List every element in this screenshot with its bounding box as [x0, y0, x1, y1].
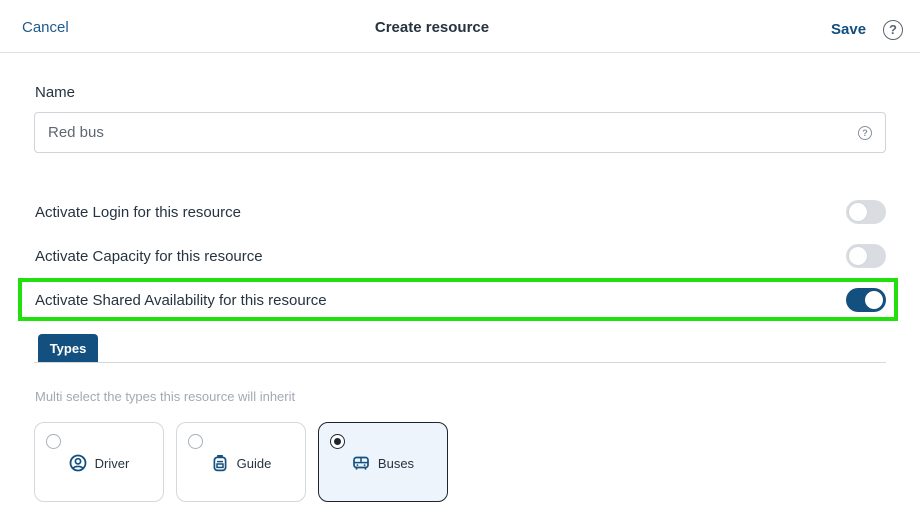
backpack-icon — [213, 455, 227, 472]
guide-radio[interactable] — [188, 434, 203, 449]
toggle-knob — [849, 247, 867, 265]
name-label: Name — [35, 84, 76, 101]
card-label: Guide — [236, 455, 272, 471]
toggle-knob — [865, 291, 883, 309]
capacity-toggle[interactable] — [846, 244, 886, 268]
card-label: Buses — [377, 455, 415, 471]
name-help-icon[interactable]: ? — [858, 126, 872, 140]
name-input[interactable] — [34, 112, 886, 153]
user-circle-icon — [69, 454, 87, 472]
header-bar: Cancel Create resource Save ? — [0, 0, 920, 53]
types-hint: Multi select the types this resource wil… — [35, 389, 296, 404]
type-card-buses[interactable]: Buses — [318, 422, 448, 502]
buses-radio[interactable] — [330, 434, 345, 449]
bus-icon — [353, 456, 369, 470]
card-label: Driver — [94, 455, 130, 471]
save-button[interactable]: Save — [831, 21, 866, 38]
type-card-driver[interactable]: Driver — [34, 422, 164, 502]
shared-availability-toggle[interactable] — [846, 288, 886, 312]
login-toggle-label: Activate Login for this resource — [35, 204, 241, 221]
type-card-guide[interactable]: Guide — [176, 422, 306, 502]
help-icon[interactable]: ? — [883, 20, 903, 40]
page-title: Create resource — [374, 19, 490, 36]
toggle-knob — [849, 203, 867, 221]
capacity-toggle-label: Activate Capacity for this resource — [35, 248, 263, 265]
driver-radio[interactable] — [46, 434, 61, 449]
login-toggle[interactable] — [846, 200, 886, 224]
tab-types[interactable]: Types — [38, 334, 98, 363]
shared-availability-toggle-label: Activate Shared Availability for this re… — [35, 292, 327, 309]
tab-divider — [34, 362, 886, 363]
